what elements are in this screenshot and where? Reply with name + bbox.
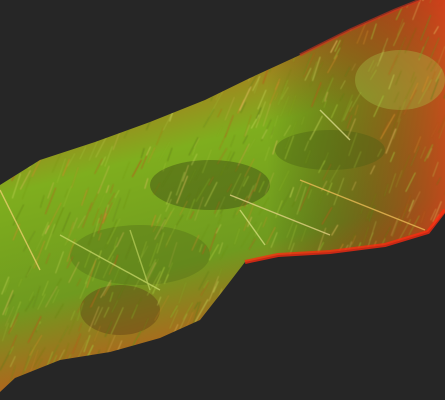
point-cloud-viewport — [0, 0, 445, 400]
